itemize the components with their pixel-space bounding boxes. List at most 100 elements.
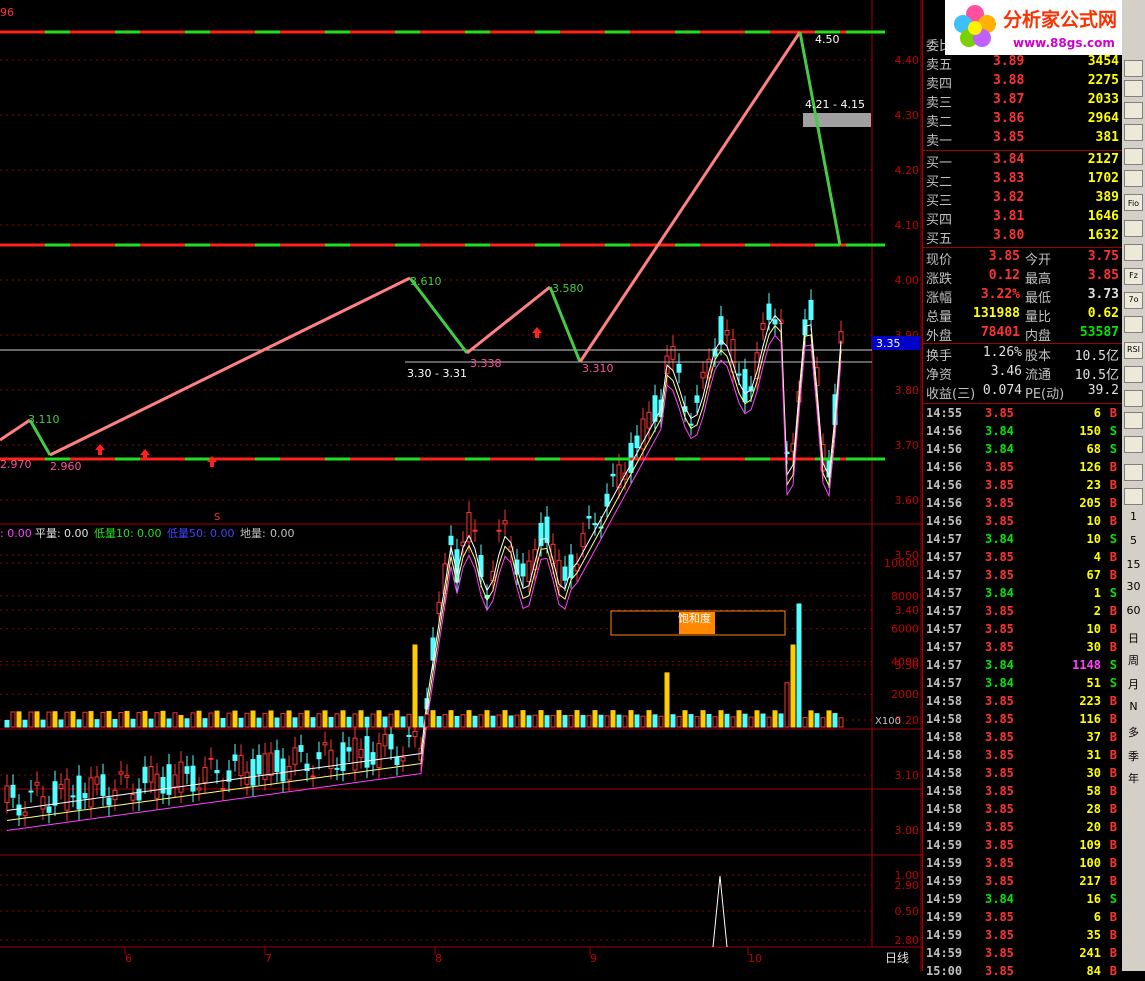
volume-bar bbox=[250, 710, 256, 728]
candle bbox=[352, 737, 358, 771]
quote-label: 现价 bbox=[926, 253, 953, 268]
doc-icon[interactable] bbox=[1124, 244, 1143, 261]
volume-bar bbox=[652, 714, 658, 728]
candle bbox=[196, 787, 202, 791]
kline-chart-area[interactable]: 4.404.304.204.104.003.903.803.703.603.50… bbox=[0, 0, 922, 971]
candle bbox=[766, 303, 772, 320]
period-button[interactable]: 1 bbox=[1122, 510, 1145, 523]
tick-side: B bbox=[1109, 478, 1117, 492]
candle bbox=[238, 754, 244, 777]
volume-bar bbox=[166, 718, 172, 728]
price-axis-label: 3.70 bbox=[895, 439, 920, 452]
candle bbox=[724, 330, 730, 336]
indicator-field: : 0.00 bbox=[0, 527, 32, 540]
tick-time: 14:56 bbox=[926, 424, 963, 438]
candle bbox=[280, 758, 286, 782]
trade-tick-row: 14:57 3.85 30 B bbox=[923, 639, 1123, 657]
candle bbox=[166, 764, 172, 795]
period-button[interactable]: N bbox=[1122, 700, 1145, 713]
volume-bar bbox=[106, 710, 112, 728]
fio-icon[interactable] bbox=[1124, 220, 1143, 237]
trade-tick-row: 14:58 3.85 28 B bbox=[923, 801, 1123, 819]
period-button[interactable]: 季 bbox=[1122, 748, 1145, 764]
indicator-field: 低量50: bbox=[167, 527, 207, 540]
flower-logo-icon bbox=[954, 5, 996, 47]
candle bbox=[472, 529, 478, 532]
trade-tick-row: 14:58 3.85 223 B bbox=[923, 693, 1123, 711]
quote-value: 78401 bbox=[980, 325, 1020, 340]
candle bbox=[340, 742, 346, 771]
volume-axis-label: 4000 bbox=[891, 655, 919, 668]
volume-bar bbox=[148, 718, 154, 728]
tick-time: 14:59 bbox=[926, 820, 963, 834]
volume-bar bbox=[328, 717, 334, 728]
toolbar-icon-label: RSI bbox=[1127, 345, 1140, 354]
list-icon[interactable] bbox=[1124, 170, 1143, 187]
volume-bar bbox=[448, 710, 454, 728]
tick-side: B bbox=[1109, 964, 1117, 978]
indicator-field: 0.00 bbox=[137, 527, 162, 540]
tick-time: 14:59 bbox=[926, 874, 963, 888]
finance-value: 3.46 bbox=[990, 364, 1022, 379]
period-button[interactable]: 多 bbox=[1122, 724, 1145, 740]
tick-volume: 2 bbox=[1093, 604, 1101, 618]
trade-tick-row: 14:55 3.85 6 B bbox=[923, 405, 1123, 423]
volume-bar bbox=[814, 713, 820, 728]
date-label: 7 bbox=[265, 952, 272, 965]
period-button[interactable]: 日 bbox=[1122, 630, 1145, 646]
chart-icon[interactable] bbox=[1124, 124, 1143, 141]
s-icon[interactable] bbox=[1124, 366, 1143, 383]
candle bbox=[106, 797, 112, 806]
candle bbox=[4, 785, 10, 803]
period-button[interactable]: 15 bbox=[1122, 558, 1145, 571]
volume-bar bbox=[562, 715, 568, 728]
period-button[interactable]: 5 bbox=[1122, 534, 1145, 547]
candle bbox=[592, 523, 598, 526]
quote-row: 涨跌 0.12 最高 3.85 bbox=[923, 267, 1123, 287]
tick-side: B bbox=[1109, 712, 1117, 726]
candle bbox=[334, 767, 340, 770]
range-box bbox=[803, 113, 871, 127]
tick-time: 14:57 bbox=[926, 676, 963, 690]
quote-label: 今开 bbox=[1025, 253, 1052, 268]
site-logo: 分析家公式网 www.88gs.com bbox=[945, 0, 1145, 55]
tick-time: 14:59 bbox=[926, 892, 963, 906]
edit-icon[interactable] bbox=[1124, 316, 1143, 333]
range-low-label: 3.30 - 3.31 bbox=[407, 367, 467, 380]
period-button[interactable]: 周 bbox=[1122, 652, 1145, 668]
buy-arrow-icon bbox=[95, 444, 105, 455]
pen-icon[interactable] bbox=[1124, 412, 1143, 429]
tool-icon[interactable] bbox=[1124, 488, 1143, 505]
period-label: 日线 bbox=[885, 951, 909, 965]
tick-time: 14:58 bbox=[926, 802, 963, 816]
window-icon[interactable] bbox=[1124, 464, 1143, 481]
price-axis-label: 3.80 bbox=[895, 384, 920, 397]
period-button[interactable]: 30 bbox=[1122, 580, 1145, 593]
f5-icon[interactable] bbox=[1124, 436, 1143, 453]
period-button[interactable]: 60 bbox=[1122, 604, 1145, 617]
volume-axis-label: 8000 bbox=[891, 590, 919, 603]
scroll-up-icon[interactable] bbox=[1124, 60, 1143, 77]
tick-time: 14:57 bbox=[926, 622, 963, 636]
tick-price: 3.85 bbox=[985, 784, 1014, 798]
scroll-down-icon[interactable] bbox=[1124, 80, 1143, 97]
trade-tick-row: 14:58 3.85 37 B bbox=[923, 729, 1123, 747]
candle bbox=[190, 765, 196, 792]
price-axis-label: 4.30 bbox=[895, 109, 920, 122]
volume-bar bbox=[610, 710, 616, 728]
tick-time: 14:59 bbox=[926, 946, 963, 960]
candle-icon[interactable] bbox=[1124, 148, 1143, 165]
period-button[interactable]: 年 bbox=[1122, 770, 1145, 786]
trade-tick-row: 14:56 3.85 10 B bbox=[923, 513, 1123, 531]
quote-label: 涨幅 bbox=[926, 291, 953, 306]
finance-label: 股本 bbox=[1025, 349, 1052, 364]
ask-row: 卖四 3.88 2275 bbox=[923, 72, 1123, 92]
volume-bar bbox=[712, 716, 718, 728]
tick-time: 14:58 bbox=[926, 784, 963, 798]
tick-price: 3.85 bbox=[985, 730, 1014, 744]
period-button[interactable]: 月 bbox=[1122, 676, 1145, 692]
volume-bar bbox=[808, 710, 814, 728]
ask-row: 卖三 3.87 2033 bbox=[923, 91, 1123, 111]
grid-icon[interactable] bbox=[1124, 102, 1143, 119]
move-icon[interactable] bbox=[1124, 390, 1143, 407]
